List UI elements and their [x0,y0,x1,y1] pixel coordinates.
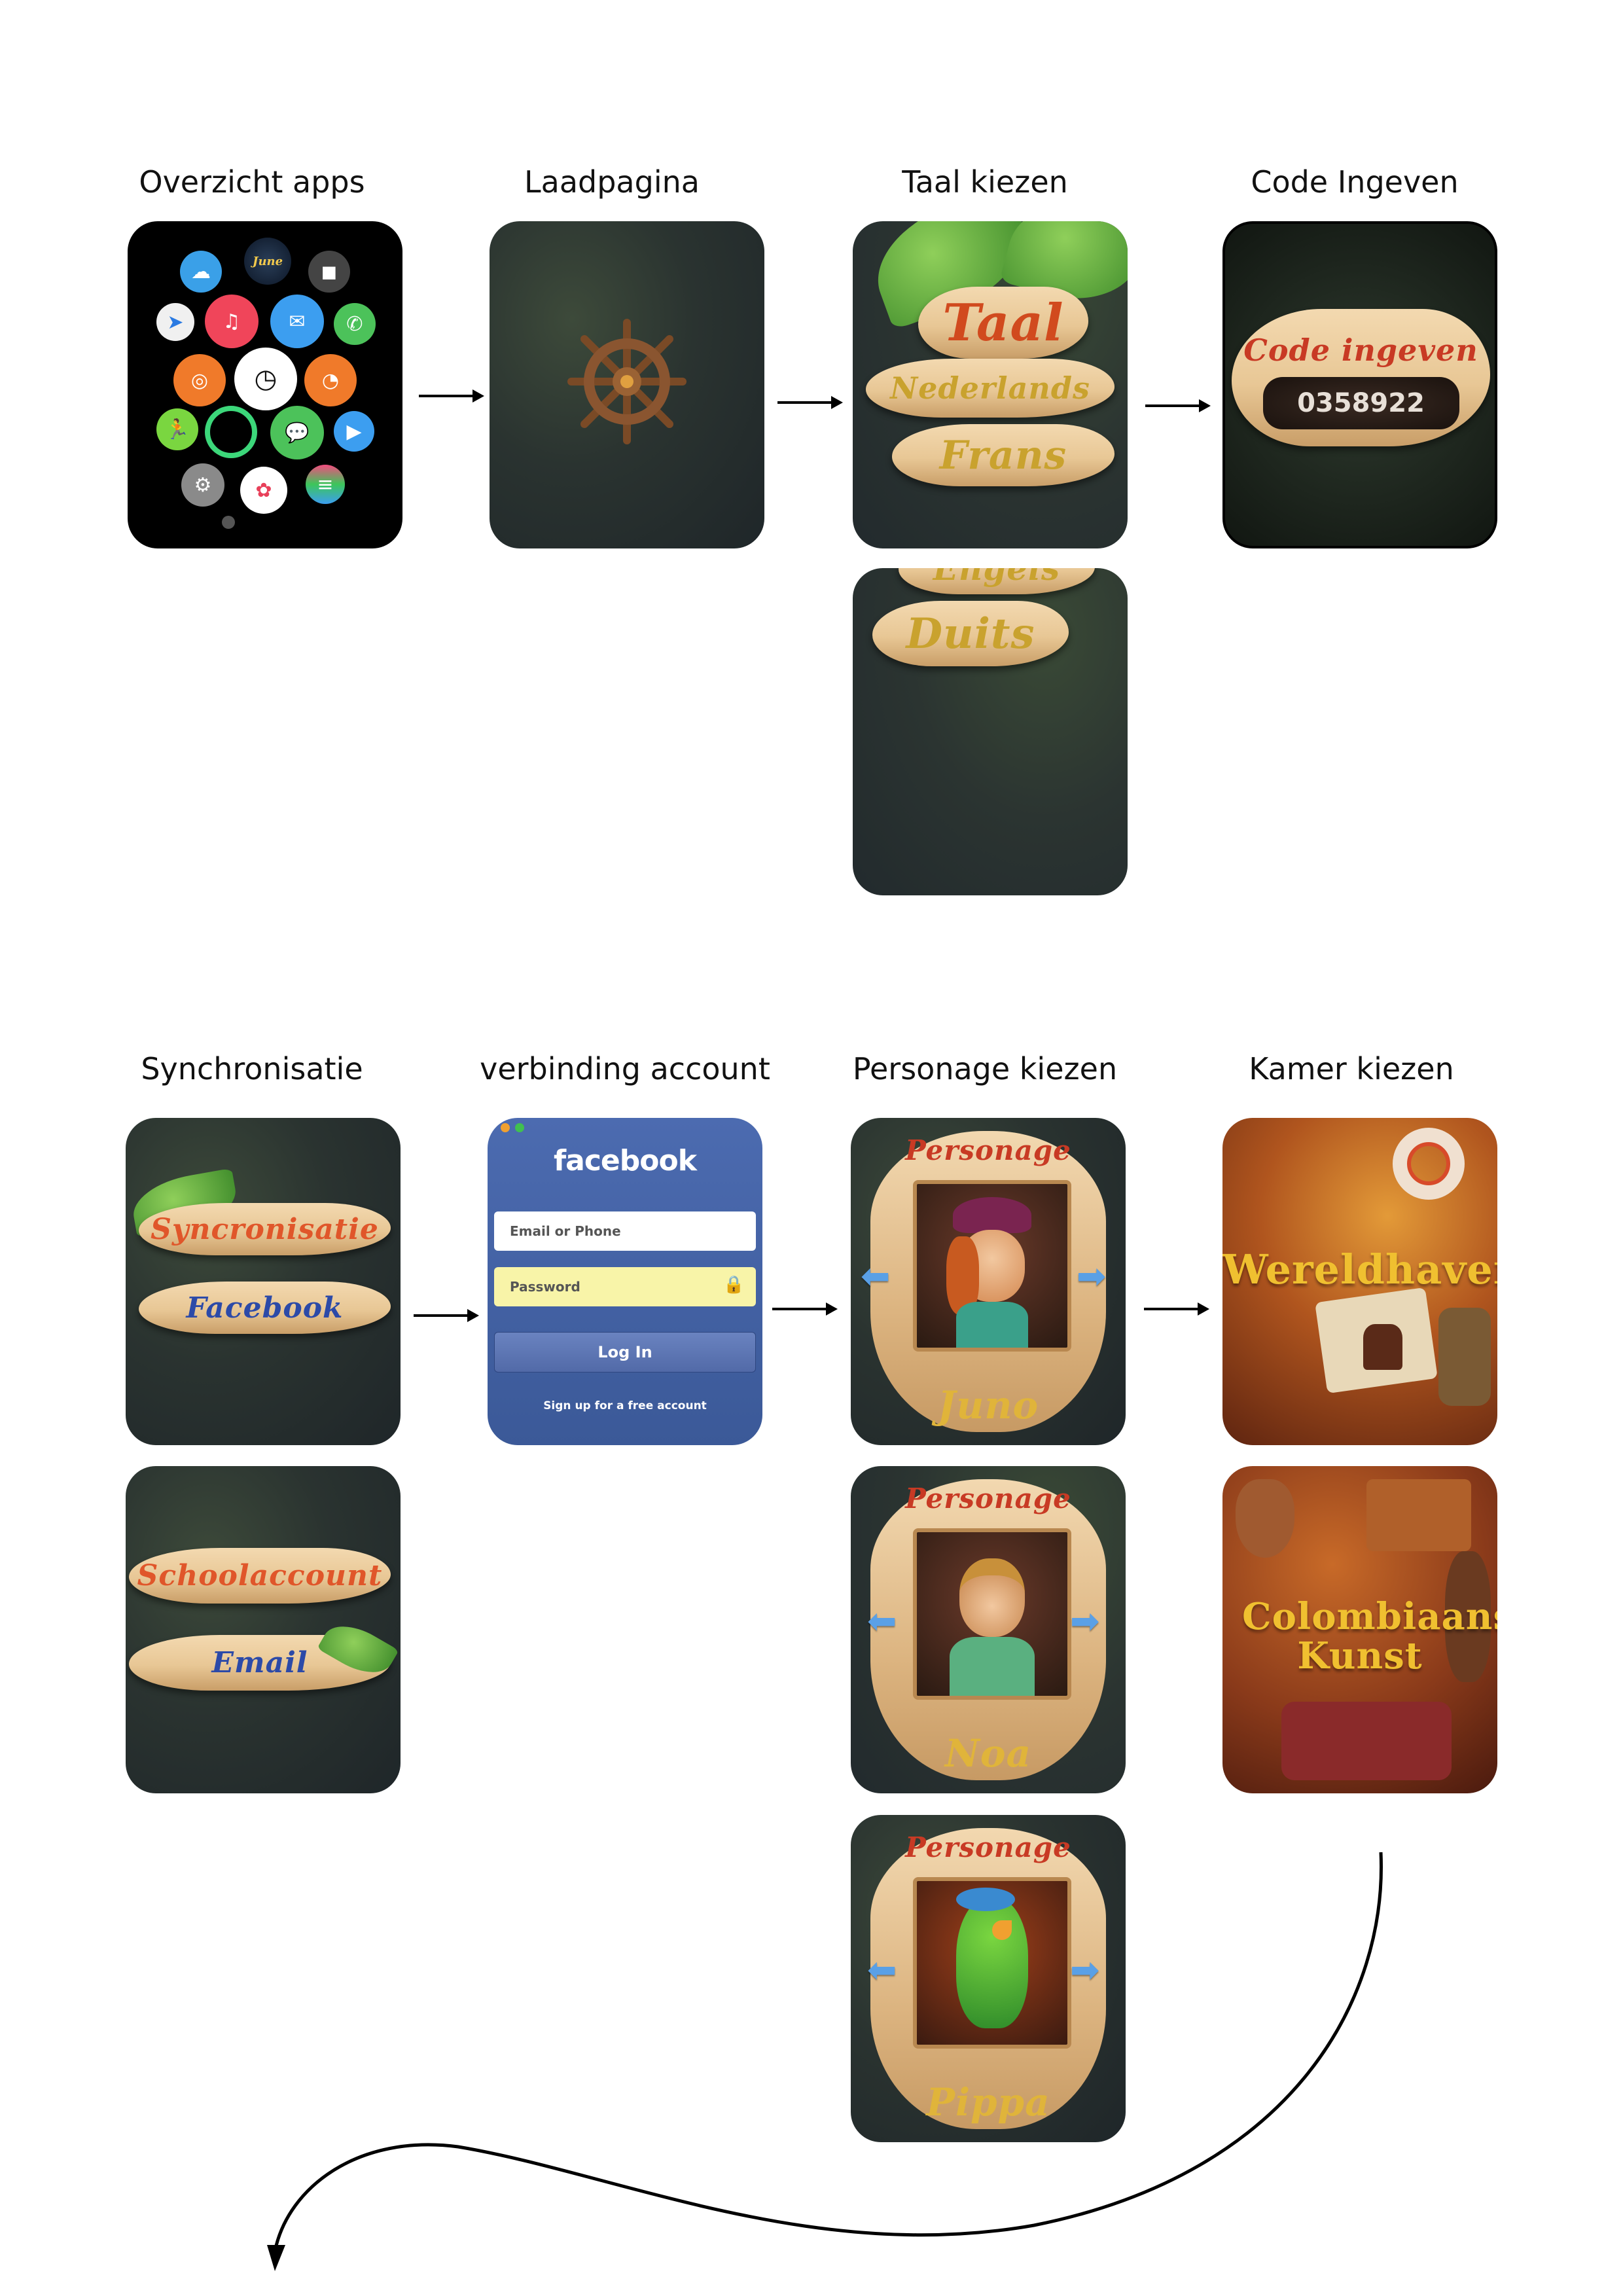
character-window [913,1528,1071,1700]
title-synchronisatie: Synchronisatie [141,1051,363,1086]
activity-app-icon[interactable] [205,406,257,458]
arrow-right-6 [1144,1302,1209,1316]
workout-app-icon[interactable]: 🏃 [156,408,198,450]
character-heading: Personage [905,1134,1071,1166]
character-heading: Personage [905,1482,1071,1515]
window-dot-orange [501,1123,510,1132]
screen-code-entry: Code ingeven 0358922 [1222,221,1497,548]
screen-character-juno: Personage ⬅ ➡ Juno [851,1118,1126,1445]
screen-language-select: Taal Nederlands Frans [853,221,1128,548]
arrow-right-1 [419,389,484,403]
language-heading-plank: Taal [918,287,1088,359]
screen-room-colombiaanse-kunst[interactable]: Colombiaanse Kunst [1222,1466,1497,1793]
title-verbinding-account: verbinding account [480,1051,770,1086]
clock-app-icon[interactable]: ◷ [234,348,297,410]
arrow-right-2 [777,396,843,409]
language-heading: Taal [942,293,1064,353]
camera-remote-app-icon[interactable]: ◼ [308,251,350,293]
title-code-ingeven: Code Ingeven [1251,164,1459,200]
weather-app-icon[interactable]: ☁ [180,251,222,293]
language-option-duits[interactable]: Duits [872,601,1069,666]
character-portrait [959,1558,1025,1637]
code-plank: Code ingeven 0358922 [1232,309,1490,446]
rug-decoration [1281,1702,1452,1780]
messages-app-icon[interactable]: 💬 [270,406,324,459]
video-app-icon[interactable]: ▶ [334,411,374,452]
pirate-hat-icon [953,1197,1031,1233]
character-name: Juno [937,1383,1039,1427]
language-option-nederlands[interactable]: Nederlands [866,359,1115,418]
login-button[interactable]: Log In [494,1332,756,1372]
timer-app-icon[interactable]: ◔ [304,354,357,406]
arrow-right-3 [1145,399,1211,412]
settings-app-icon[interactable]: ⚙ [181,463,224,507]
title-laadpagina: Laadpagina [524,164,700,200]
room-title: Colombiaanse Kunst [1242,1595,1497,1677]
home-dot-icon [222,516,235,529]
facebook-logo: facebook [554,1144,697,1177]
lifebuoy-icon [1393,1128,1465,1200]
screen-language-select-scrolled: Engels Duits [853,568,1128,895]
title-overzicht-apps: Overzicht apps [139,164,365,200]
mask-decoration [1236,1479,1294,1558]
stocks-app-icon[interactable]: ≡ [306,465,345,504]
prev-character-arrow-icon[interactable]: ⬅ [861,1255,890,1297]
chest-inner [1363,1324,1402,1370]
code-input[interactable]: 0358922 [1262,377,1459,429]
lock-icon: 🔒 [723,1275,745,1295]
code-heading: Code ingeven [1243,332,1478,368]
next-character-arrow-icon[interactable]: ➡ [1070,1600,1099,1641]
boot-decoration [1438,1308,1491,1406]
maps-app-icon[interactable]: ➤ [156,303,194,341]
sync-heading-plank: Syncronisatie [139,1203,391,1255]
room-title: Wereldhaven [1222,1246,1497,1293]
screen-sync-1: Syncronisatie Facebook [126,1118,401,1445]
photos-app-icon[interactable]: ✿ [240,467,287,514]
language-option-frans[interactable]: Frans [892,424,1115,486]
music-app-icon[interactable]: ♫ [205,295,259,348]
signup-link[interactable]: Sign up for a free account [488,1399,762,1412]
character-window [913,1180,1071,1352]
shirt [956,1302,1028,1348]
next-character-arrow-icon[interactable]: ➡ [1077,1255,1106,1297]
sync-heading: Syncronisatie [151,1212,379,1246]
window-dot-green [515,1123,524,1132]
mail-app-icon[interactable]: ✉ [270,295,324,348]
password-field[interactable]: Password [494,1267,756,1306]
code-value: 0358922 [1297,388,1425,418]
prev-character-arrow-icon[interactable]: ⬅ [867,1600,897,1641]
screen-room-wereldhaven[interactable]: Wereldhaven [1222,1118,1497,1445]
screen-character-noa: Personage ⬅ ➡ Noa [851,1466,1126,1793]
globe-app-icon[interactable]: ◎ [173,354,226,406]
sync-option-schoolaccount[interactable]: Schoolaccount [129,1548,391,1604]
character-name: Noa [944,1731,1032,1776]
painting-decoration [1366,1479,1471,1551]
email-field[interactable]: Email or Phone [494,1211,756,1251]
curved-flow-arrow [267,1852,1383,2271]
ship-wheel-icon [567,319,687,444]
arrow-right-4 [414,1309,479,1322]
june-app-icon[interactable]: June [244,238,291,285]
title-kamer-kiezen: Kamer kiezen [1249,1051,1454,1086]
screen-facebook-login: facebook Email or Phone Password 🔒 Log I… [488,1118,762,1445]
sync-option-facebook[interactable]: Facebook [139,1282,391,1334]
screen-loading [490,221,764,548]
screen-apps-overview: ☁ June ◼ ➤ ♫ ✉ ✆ ◎ ◷ ◔ 🏃 💬 ▶ ⚙ ✿ ≡ [128,221,402,548]
title-taal-kiezen: Taal kiezen [902,164,1068,200]
arrow-right-5 [772,1302,838,1316]
screen-sync-2: Schoolaccount Email [126,1466,401,1793]
shirt [950,1637,1035,1696]
phone-app-icon[interactable]: ✆ [334,303,376,345]
language-option-engels[interactable]: Engels [899,568,1095,594]
title-personage-kiezen: Personage kiezen [852,1051,1118,1086]
